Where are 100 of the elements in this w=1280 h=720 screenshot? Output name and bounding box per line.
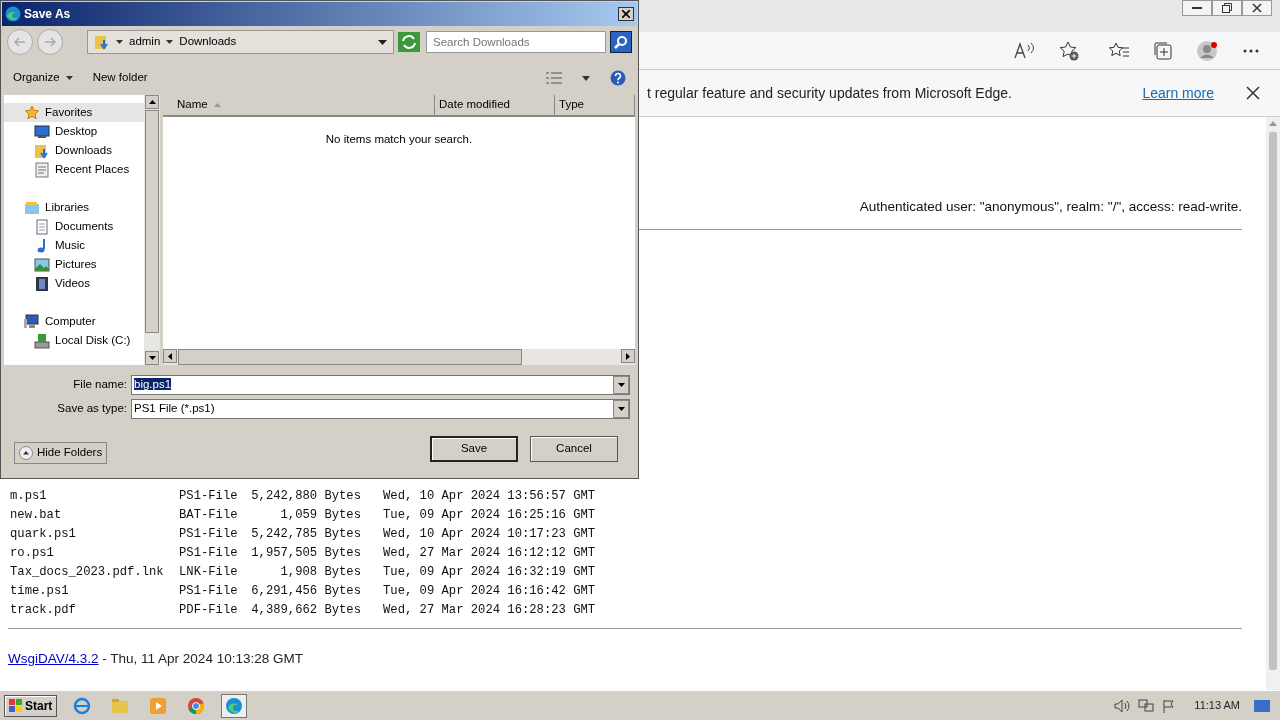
search-icon[interactable] bbox=[614, 35, 628, 49]
file-date: Tue, 09 Apr 2024 16:25:16 GMT bbox=[382, 506, 596, 524]
show-desktop-icon[interactable] bbox=[1254, 699, 1270, 712]
file-size: 1,059 Bytes bbox=[279, 506, 361, 524]
dropdown-arrow-icon[interactable] bbox=[617, 407, 625, 411]
file-date: Wed, 10 Apr 2024 10:17:23 GMT bbox=[382, 525, 596, 543]
version-link[interactable]: WsgiDAV/4.3.2 bbox=[8, 651, 99, 667]
refresh-icon[interactable] bbox=[398, 32, 420, 52]
close-icon[interactable] bbox=[622, 10, 630, 18]
scrollbar[interactable] bbox=[163, 349, 635, 365]
file-date: Wed, 27 Mar 2024 16:12:12 GMT bbox=[382, 544, 596, 562]
file-name-field[interactable]: big.ps1 bbox=[131, 375, 630, 395]
nav-group-item[interactable]: Favorites bbox=[4, 103, 144, 122]
file-date: Tue, 09 Apr 2024 16:16:42 GMT bbox=[382, 582, 596, 600]
restore-icon[interactable] bbox=[1222, 3, 1232, 13]
nav-item[interactable]: Desktop bbox=[4, 122, 144, 141]
file-name-label: File name: bbox=[72, 377, 127, 393]
add-favorite-icon[interactable] bbox=[1058, 39, 1080, 62]
star-icon bbox=[24, 104, 40, 121]
computer-icon bbox=[24, 313, 40, 330]
file-name: new.bat bbox=[9, 506, 63, 524]
file-type: PDF-File bbox=[179, 601, 239, 619]
nav-item[interactable]: Local Disk (C:) bbox=[4, 331, 144, 350]
scroll-down-icon[interactable] bbox=[148, 356, 156, 360]
close-button[interactable] bbox=[1242, 0, 1272, 16]
file-date: Wed, 27 Mar 2024 16:28:23 GMT bbox=[382, 601, 596, 619]
file-size: 1,957,505 Bytes bbox=[250, 544, 361, 562]
close-icon[interactable] bbox=[1245, 85, 1261, 101]
nav-item[interactable]: Recent Places bbox=[4, 160, 144, 179]
nav-item[interactable]: Downloads bbox=[4, 141, 144, 160]
help-icon[interactable] bbox=[610, 70, 626, 86]
save-button[interactable]: Save bbox=[430, 436, 518, 462]
windows-logo-icon bbox=[9, 698, 23, 713]
document-icon bbox=[34, 218, 50, 235]
save-type-label: Save as type: bbox=[56, 401, 127, 417]
network-icon[interactable] bbox=[1138, 698, 1155, 713]
organize-menu[interactable]: Organize bbox=[13, 69, 73, 87]
learn-more-link[interactable]: Learn more bbox=[1142, 82, 1214, 104]
caret-icon[interactable] bbox=[65, 76, 73, 80]
file-size: 1,908 Bytes bbox=[279, 563, 361, 581]
file-size: 4,389,662 Bytes bbox=[250, 601, 361, 619]
file-date: Tue, 09 Apr 2024 16:32:19 GMT bbox=[382, 563, 596, 581]
flag-icon[interactable] bbox=[1162, 698, 1177, 713]
scroll-left-icon[interactable] bbox=[168, 352, 172, 360]
address-bar[interactable]: admin Downloads bbox=[87, 30, 394, 54]
drive-icon bbox=[34, 332, 50, 349]
nav-item[interactable]: Documents bbox=[4, 217, 144, 236]
library-icon bbox=[24, 199, 40, 216]
file-name: time.ps1 bbox=[9, 582, 70, 600]
edge-icon bbox=[5, 6, 21, 22]
close-button[interactable] bbox=[618, 7, 634, 21]
save-type-dropdown[interactable]: PS1 File (*.ps1) bbox=[131, 399, 630, 419]
nav-item[interactable]: Pictures bbox=[4, 255, 144, 274]
hide-folders-button[interactable]: Hide Folders bbox=[14, 442, 108, 464]
caret-icon bbox=[166, 40, 174, 44]
collapse-icon bbox=[19, 446, 33, 460]
film-icon bbox=[34, 275, 50, 292]
start-button[interactable]: Start bbox=[4, 694, 58, 717]
downloads-folder-icon bbox=[94, 34, 110, 50]
profile-avatar-icon[interactable] bbox=[1196, 39, 1218, 62]
caret-icon[interactable] bbox=[582, 75, 590, 81]
caret-icon bbox=[378, 39, 387, 45]
cancel-button[interactable]: Cancel bbox=[530, 436, 618, 462]
breadcrumb-item[interactable]: Downloads bbox=[179, 33, 237, 51]
nav-group-item[interactable]: Libraries bbox=[4, 198, 144, 217]
nav-item[interactable]: Videos bbox=[4, 274, 144, 293]
restore-button[interactable] bbox=[1212, 0, 1242, 16]
scroll-up-icon[interactable] bbox=[148, 100, 156, 104]
minimize-button[interactable] bbox=[1182, 0, 1212, 16]
scroll-right-icon[interactable] bbox=[626, 352, 630, 360]
dropdown-arrow-icon[interactable] bbox=[617, 383, 625, 387]
timestamp-text: - Thu, 11 Apr 2024 10:13:28 GMT bbox=[102, 651, 303, 667]
file-type: PS1-File bbox=[179, 582, 239, 600]
recent-places-icon bbox=[34, 161, 50, 178]
infobar-message: t regular feature and security updates from Microsoft Edge. bbox=[647, 83, 1013, 103]
collections-icon[interactable] bbox=[1152, 39, 1174, 62]
chrome-icon[interactable] bbox=[187, 696, 206, 715]
file-name: m.ps1 bbox=[9, 487, 48, 505]
auth-status-text: Authenticated user: "anonymous", realm: "/", access: read-write. bbox=[859, 199, 1242, 214]
close-icon[interactable] bbox=[1252, 3, 1262, 13]
picture-icon bbox=[34, 256, 50, 273]
nav-item[interactable]: Music bbox=[4, 236, 144, 255]
search-field[interactable]: Search Downloads bbox=[426, 31, 606, 53]
file-size: 5,242,880 Bytes bbox=[250, 487, 361, 505]
file-name: Tax_docs_2023.pdf.lnk bbox=[9, 563, 165, 581]
file-type: BAT-File bbox=[179, 506, 239, 524]
browser-icon[interactable] bbox=[73, 696, 92, 715]
file-type: LNK-File bbox=[179, 563, 239, 581]
dialog-title: Save As bbox=[24, 6, 71, 23]
scrollbar[interactable] bbox=[144, 95, 160, 365]
edge-icon[interactable] bbox=[225, 696, 244, 715]
clock-text: 11:13 AM bbox=[1194, 698, 1240, 714]
file-name: ro.ps1 bbox=[9, 544, 55, 562]
speaker-icon[interactable] bbox=[1114, 698, 1131, 713]
file-name: quark.ps1 bbox=[9, 525, 77, 543]
minimize-icon[interactable] bbox=[1192, 6, 1202, 10]
scrollbar[interactable] bbox=[1266, 117, 1280, 690]
new-folder-button[interactable]: New folder bbox=[92, 69, 148, 87]
breadcrumb-item[interactable]: admin bbox=[129, 33, 161, 51]
nav-group-item[interactable]: Computer bbox=[4, 312, 144, 331]
